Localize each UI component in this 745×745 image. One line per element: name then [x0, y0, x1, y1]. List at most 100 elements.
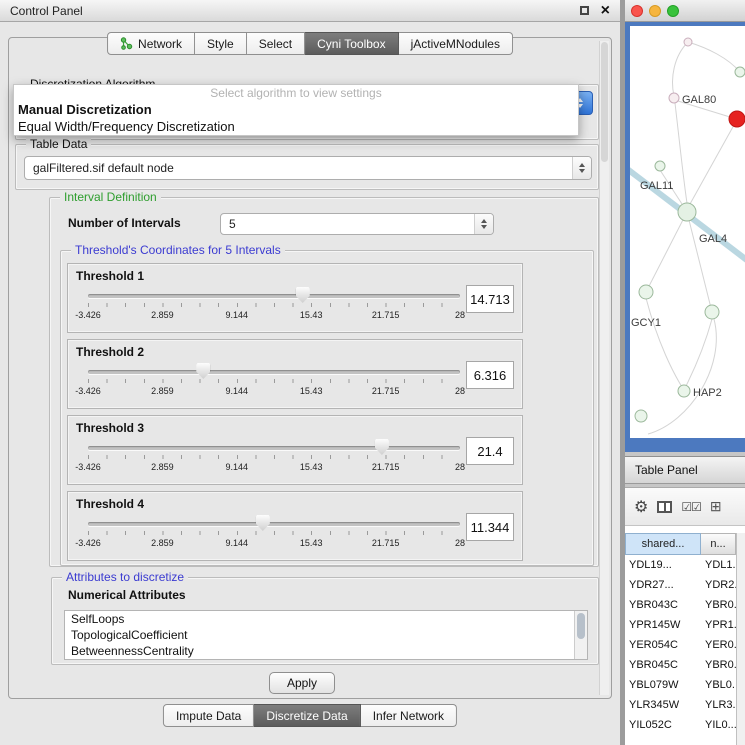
- tab-label: Select: [259, 37, 292, 51]
- table-row[interactable]: YER054CYER0...: [625, 635, 736, 655]
- gear-icon[interactable]: ⚙: [634, 497, 648, 517]
- float-window-button[interactable]: [580, 6, 589, 15]
- combobox-arrows-icon[interactable]: [572, 157, 591, 179]
- threshold-slider[interactable]: -3.4262.8599.14415.4321.71528: [88, 439, 460, 483]
- network-node[interactable]: [735, 67, 745, 77]
- tab-discretize-data[interactable]: Discretize Data: [254, 704, 360, 727]
- network-edge[interactable]: [673, 42, 688, 96]
- network-node[interactable]: [684, 38, 692, 46]
- table-cell: YPR145W: [625, 615, 701, 635]
- table-panel-header[interactable]: Table Panel: [625, 456, 745, 484]
- algorithm-placeholder: Select algorithm to view settings: [14, 85, 578, 101]
- grid-plus-icon[interactable]: ⊞: [710, 498, 722, 515]
- number-of-intervals-value: 5: [229, 217, 236, 231]
- network-window-titlebar[interactable]: [625, 0, 745, 22]
- table-scrollbar[interactable]: [736, 533, 745, 745]
- tab-impute-data[interactable]: Impute Data: [163, 704, 254, 727]
- table-row[interactable]: YBL079WYBL0...: [625, 675, 736, 695]
- numerical-attributes-list[interactable]: SelfLoopsTopologicalCoefficientBetweenne…: [64, 610, 588, 660]
- table-row[interactable]: YDL19...YDL1...: [625, 555, 736, 575]
- table-row[interactable]: YPR145WYPR1...: [625, 615, 736, 635]
- threshold-value-field[interactable]: 14.713: [466, 285, 514, 313]
- tick-label: 2.859: [151, 538, 174, 548]
- network-node[interactable]: [669, 93, 679, 103]
- tab-style[interactable]: Style: [195, 32, 247, 55]
- close-icon[interactable]: ×: [601, 4, 610, 18]
- threshold-slider[interactable]: -3.4262.8599.14415.4321.71528: [88, 287, 460, 331]
- table-row[interactable]: YBR045CYBR0...: [625, 655, 736, 675]
- network-node[interactable]: [678, 385, 690, 397]
- network-node[interactable]: [655, 161, 665, 171]
- network-node[interactable]: [639, 285, 653, 299]
- tab-label: Discretize Data: [266, 709, 347, 723]
- network-edge[interactable]: [646, 298, 682, 387]
- tab-network[interactable]: Network: [107, 32, 195, 55]
- tab-cyni-toolbox[interactable]: Cyni Toolbox: [305, 32, 398, 55]
- tick-label: -3.426: [75, 462, 101, 472]
- window-title: Control Panel: [10, 4, 83, 18]
- interval-definition-group: Interval Definition Number of Intervals …: [49, 197, 599, 567]
- number-of-intervals-combobox[interactable]: 5: [220, 213, 494, 235]
- list-scrollbar-thumb[interactable]: [577, 613, 585, 639]
- threshold-value-field[interactable]: 6.316: [466, 361, 514, 389]
- list-item[interactable]: SelfLoops: [65, 611, 587, 627]
- network-node[interactable]: [635, 410, 647, 422]
- threshold-slider[interactable]: -3.4262.8599.14415.4321.71528: [88, 515, 460, 559]
- network-node[interactable]: [729, 111, 745, 127]
- column-header-shared[interactable]: shared...: [625, 533, 701, 555]
- tab-label: Network: [138, 37, 182, 51]
- control-panel-titlebar[interactable]: Control Panel ×: [0, 0, 620, 22]
- slider-thumb[interactable]: [256, 515, 270, 531]
- slider-track[interactable]: [88, 370, 460, 374]
- tick-label: 21.715: [372, 462, 400, 472]
- table-row[interactable]: YLR345WYLR3...: [625, 695, 736, 715]
- table-row[interactable]: YIL052CYIL0...: [625, 715, 736, 735]
- zoom-traffic-light[interactable]: [667, 5, 679, 17]
- slider-track[interactable]: [88, 294, 460, 298]
- slider-thumb[interactable]: [375, 439, 389, 455]
- table-row[interactable]: YBR043CYBR0...: [625, 595, 736, 615]
- list-item[interactable]: TopologicalCoefficient: [65, 627, 587, 643]
- network-canvas-container[interactable]: GAL80GAL11GAL4GCY1HAP2: [630, 26, 745, 438]
- combobox-arrows-icon[interactable]: [474, 214, 493, 234]
- slider-thumb[interactable]: [296, 287, 310, 303]
- tick-label: 21.715: [372, 538, 400, 548]
- panel-scrollbar[interactable]: [599, 41, 609, 695]
- tick-label: 2.859: [151, 310, 174, 320]
- table-row[interactable]: YDR27...YDR2...: [625, 575, 736, 595]
- slider-thumb[interactable]: [196, 363, 210, 379]
- close-traffic-light[interactable]: [631, 5, 643, 17]
- tab-jactivemnodules[interactable]: jActiveMNodules: [399, 32, 513, 55]
- tick-labels: -3.4262.8599.14415.4321.71528: [88, 462, 460, 474]
- network-node[interactable]: [678, 203, 696, 221]
- network-edge[interactable]: [688, 42, 740, 72]
- tab-infer-network[interactable]: Infer Network: [361, 704, 457, 727]
- table-cell: YBR0...: [701, 655, 736, 675]
- threshold-value-field[interactable]: 21.4: [466, 437, 514, 465]
- algorithm-option-equal-width[interactable]: Equal Width/Frequency Discretization: [14, 118, 578, 135]
- columns-icon[interactable]: [657, 501, 672, 513]
- network-edge[interactable]: [675, 103, 687, 203]
- top-tab-bar: Network Style Select Cyni Toolbox jActiv…: [107, 32, 513, 55]
- slider-track[interactable]: [88, 446, 460, 450]
- threshold-slider[interactable]: -3.4262.8599.14415.4321.71528: [88, 363, 460, 407]
- slider-track[interactable]: [88, 522, 460, 526]
- table-data-combobox[interactable]: galFiltered.sif default node: [24, 156, 592, 180]
- threshold-value-field[interactable]: 11.344: [466, 513, 514, 541]
- thresholds-group: Threshold's Coordinates for 5 Intervals …: [60, 250, 594, 566]
- column-header-name[interactable]: n...: [701, 533, 736, 555]
- attributes-group: Attributes to discretize Numerical Attri…: [51, 577, 599, 665]
- network-canvas[interactable]: GAL80GAL11GAL4GCY1HAP2: [630, 26, 745, 438]
- list-item[interactable]: BetweennessCentrality: [65, 643, 587, 659]
- tab-select[interactable]: Select: [247, 32, 305, 55]
- apply-button[interactable]: Apply: [269, 672, 335, 694]
- algorithm-option-manual[interactable]: Manual Discretization: [14, 101, 578, 118]
- panel-scrollbar-thumb[interactable]: [601, 42, 608, 162]
- select-checkboxes-icon[interactable]: ☑☑: [681, 500, 701, 514]
- network-edge[interactable]: [690, 125, 734, 204]
- minimize-traffic-light[interactable]: [649, 5, 661, 17]
- network-edge[interactable]: [646, 212, 687, 292]
- list-scrollbar[interactable]: [574, 611, 587, 659]
- network-node[interactable]: [705, 305, 719, 319]
- threshold-label: Threshold 1: [76, 269, 144, 283]
